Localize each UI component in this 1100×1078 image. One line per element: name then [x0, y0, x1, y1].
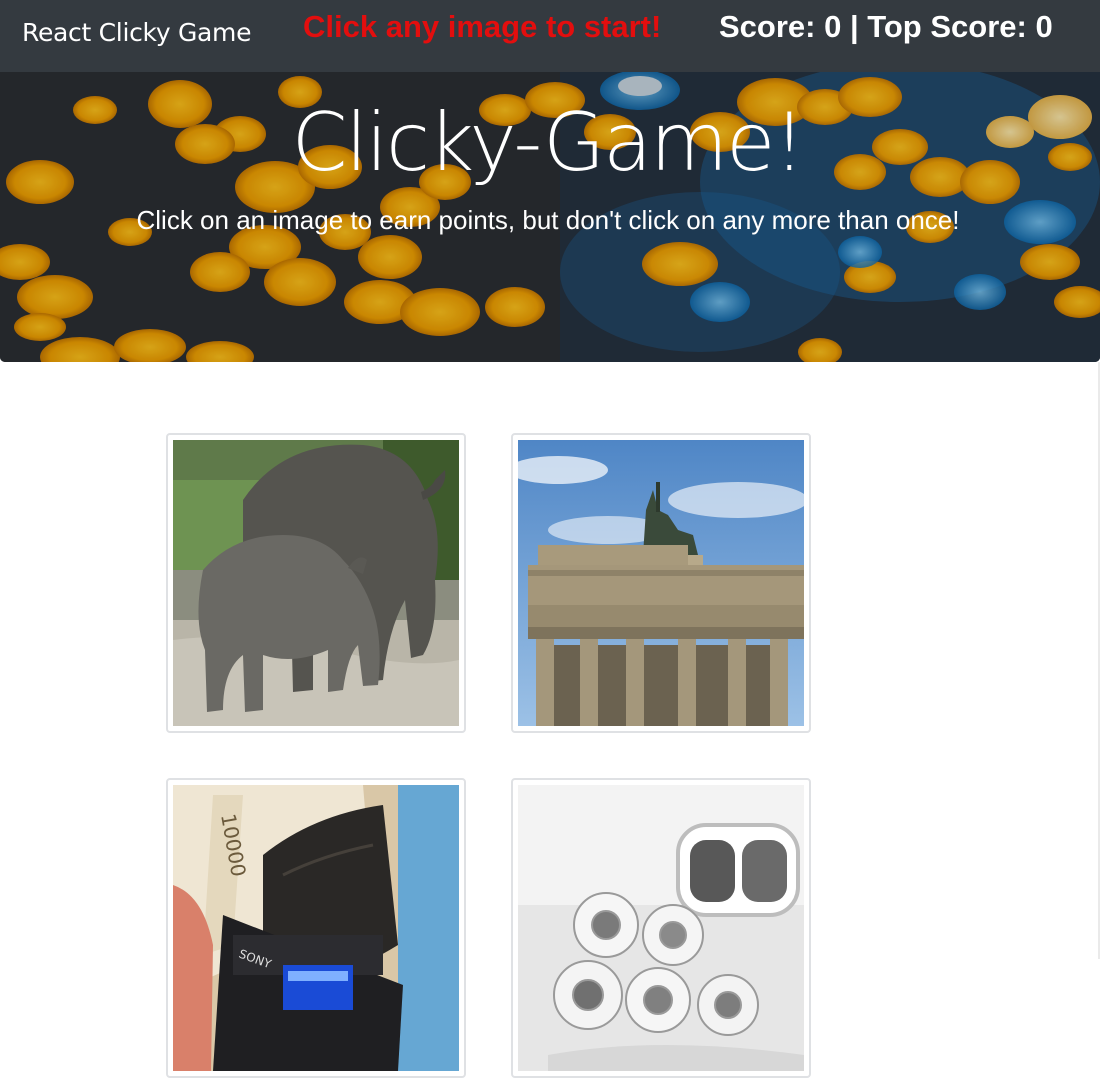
image-card-brandenburg-gate[interactable]: [511, 433, 811, 733]
wallet-camera-image[interactable]: 10000 SONY: [173, 785, 459, 1071]
jumbotron-banner: Clicky-Game! Click on an image to earn p…: [0, 72, 1100, 362]
rhinoceros-image[interactable]: [173, 440, 459, 726]
page-title: Clicky-Game!: [291, 96, 806, 189]
status-message: Click any image to start!: [303, 9, 662, 44]
brand-link[interactable]: React Clicky Game: [22, 16, 252, 50]
brandenburg-gate-image[interactable]: [518, 440, 804, 726]
sushi-image[interactable]: [518, 785, 804, 1071]
image-card-rhinoceros[interactable]: [166, 433, 466, 733]
image-card-sushi[interactable]: [511, 778, 811, 1078]
page-subtitle: Click on an image to earn points, but do…: [136, 205, 960, 235]
image-card-wallet[interactable]: 10000 SONY: [166, 778, 466, 1078]
navbar: React Clicky Game Click any image to sta…: [0, 0, 1100, 72]
score-display: Score: 0 | Top Score: 0: [719, 9, 1053, 44]
